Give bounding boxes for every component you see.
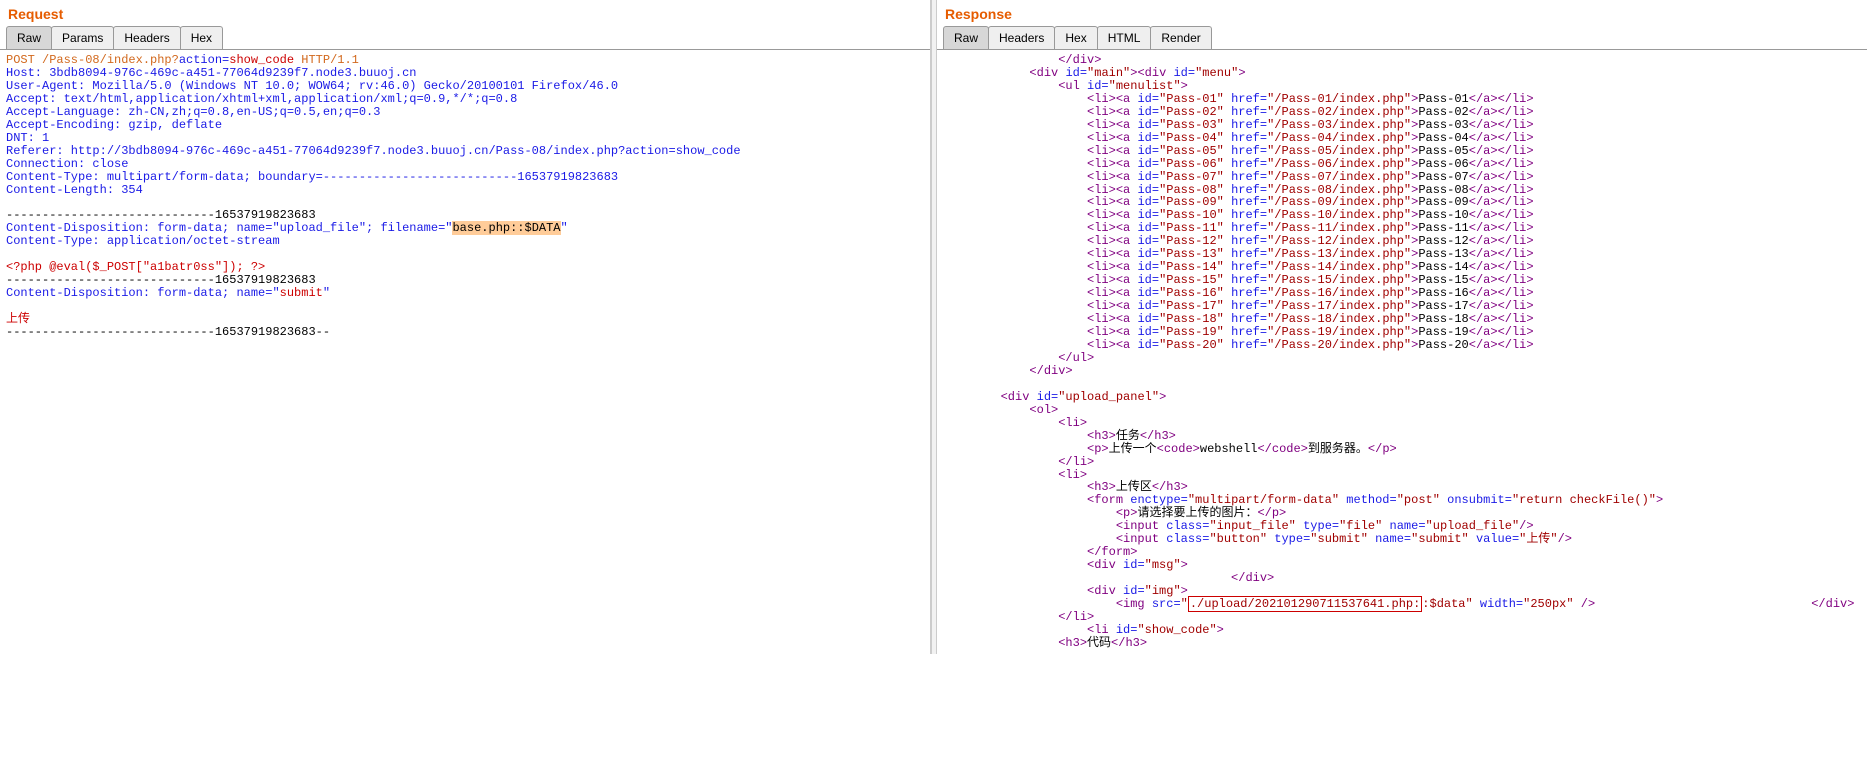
tab-resp-render[interactable]: Render [1150, 26, 1211, 49]
tab-resp-headers[interactable]: Headers [988, 26, 1055, 49]
request-title: Request [0, 0, 930, 26]
request-content[interactable]: POST /Pass-08/index.php?action=show_code… [0, 49, 930, 343]
tab-resp-hex[interactable]: Hex [1054, 26, 1097, 49]
tab-params[interactable]: Params [51, 26, 114, 49]
response-content[interactable]: </div> <div id="main"><div id="menu"> <u… [937, 49, 1867, 654]
response-title: Response [937, 0, 1867, 26]
tab-resp-html[interactable]: HTML [1097, 26, 1152, 49]
request-tabs: Raw Params Headers Hex [0, 26, 930, 49]
response-panel: Response Raw Headers Hex HTML Render </d… [937, 0, 1867, 654]
tab-hex[interactable]: Hex [180, 26, 223, 49]
tab-resp-raw[interactable]: Raw [943, 26, 989, 49]
response-tabs: Raw Headers Hex HTML Render [937, 26, 1867, 49]
request-panel: Request Raw Params Headers Hex POST /Pas… [0, 0, 931, 654]
tab-raw[interactable]: Raw [6, 26, 52, 49]
tab-headers[interactable]: Headers [113, 26, 180, 49]
